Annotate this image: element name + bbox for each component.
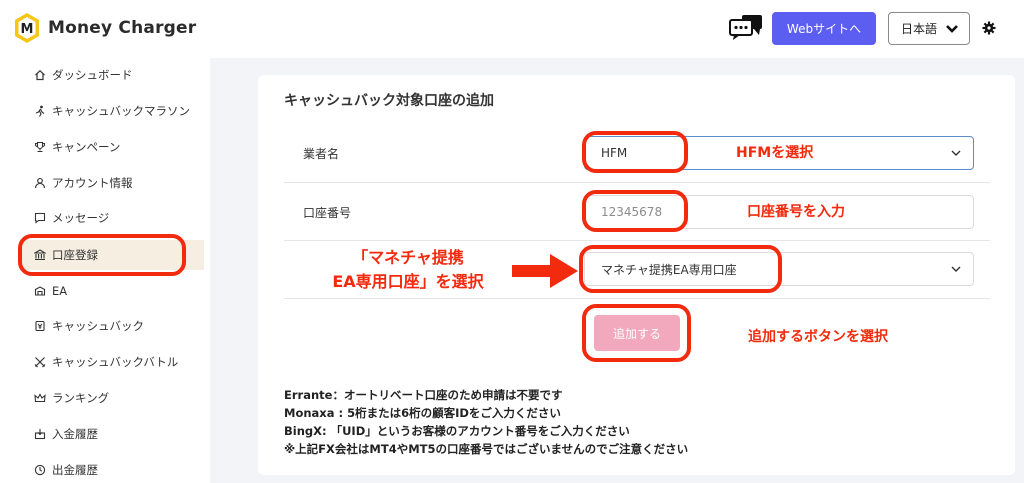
withdraw-icon — [34, 464, 46, 476]
gear-icon[interactable] — [982, 21, 996, 35]
cashback-icon — [35, 320, 45, 332]
annotation-line: EA専用口座」を選択 — [332, 272, 484, 291]
arrow-right-icon — [512, 254, 578, 288]
sidebar-highlight-annotation — [18, 234, 186, 276]
sidebar-item-withdrawal-history[interactable]: 出金履歴 — [34, 460, 98, 480]
broker-highlight-annotation — [582, 131, 688, 173]
brand-name: Money Charger — [48, 18, 197, 38]
brand-logo[interactable]: M Money Charger — [12, 11, 196, 45]
account-number-highlight-annotation — [582, 190, 688, 232]
sidebar-item-cashback-battle[interactable]: キャッシュバックバトル — [34, 352, 178, 372]
account-type-highlight-annotation — [579, 245, 782, 293]
account-number-annotation-text: 口座番号を入力 — [747, 204, 845, 220]
sidebar-item-cashback-marathon[interactable]: キャッシュバックマラソン — [34, 101, 190, 121]
sidebar-item-label: キャッシュバック — [52, 319, 144, 333]
sidebar-item-label: メッセージ — [52, 211, 110, 225]
chat-icon[interactable] — [728, 14, 764, 42]
sidebar-item-label: アカウント情報 — [52, 176, 133, 190]
trophy-icon — [34, 141, 46, 153]
chevron-down-icon — [946, 24, 958, 33]
sidebar-item-label: キャンペーン — [52, 140, 121, 154]
divider — [284, 182, 990, 183]
runner-icon — [35, 105, 45, 117]
account-type-annotation-text: 「マネチャ提携 EA専用口座」を選択 — [300, 246, 516, 294]
sidebar-item-label: キャッシュバックバトル — [52, 355, 179, 369]
deposit-icon — [34, 429, 46, 440]
page-title: キャッシュバック対象口座の追加 — [284, 93, 494, 109]
user-icon — [34, 177, 46, 189]
add-button-highlight-annotation — [582, 304, 691, 362]
battle-icon — [34, 357, 46, 368]
top-header: M Money Charger Webサイトへ 日本語 — [0, 0, 1024, 58]
logo-hexagon-icon: M — [15, 13, 39, 43]
crown-icon — [34, 393, 46, 403]
add-button-annotation-text: 追加するボタンを選択 — [748, 329, 888, 345]
language-value: 日本語 — [901, 22, 938, 36]
broker-notes: Errante：オートリベート口座のため申請は不要です Monaxa : 5桁ま… — [284, 386, 688, 458]
broker-label: 業者名 — [303, 147, 340, 161]
account-number-label: 口座番号 — [303, 206, 352, 220]
sidebar-item-label: 出金履歴 — [52, 463, 98, 477]
sidebar-item-ranking[interactable]: ランキング — [34, 388, 109, 408]
note-line: ※上記FX会社はMT4やMT5の口座番号ではございませんのでご注意ください — [284, 442, 689, 456]
sidebar-item-label: 入金履歴 — [52, 427, 98, 441]
divider — [284, 298, 990, 299]
annotation-line: 「マネチャ提携 — [352, 248, 464, 267]
sidebar-item-campaign[interactable]: キャンペーン — [34, 137, 120, 157]
sidebar-item-ea[interactable]: EA — [34, 281, 67, 301]
chevron-down-icon — [951, 150, 961, 156]
broker-annotation-text: HFMを選択 — [736, 145, 814, 161]
sidebar-item-dashboard[interactable]: ダッシュボード — [34, 65, 133, 85]
sidebar-item-label: ダッシュボード — [52, 68, 133, 82]
sidebar-item-deposit-history[interactable]: 入金履歴 — [34, 424, 98, 444]
sidebar-item-account-info[interactable]: アカウント情報 — [34, 173, 133, 193]
sidebar-item-label: キャッシュバックマラソン — [52, 104, 190, 118]
note-line: Errante：オートリベート口座のため申請は不要です — [284, 388, 563, 402]
website-button[interactable]: Webサイトへ — [772, 12, 876, 45]
note-line: Monaxa : 5桁または6桁の顧客IDをご入力ください — [284, 406, 561, 420]
sidebar-item-cashback[interactable]: キャッシュバック — [34, 316, 144, 336]
chevron-down-icon — [951, 266, 961, 272]
sidebar-item-label: EA — [52, 284, 68, 298]
sidebar-item-messages[interactable]: メッセージ — [34, 208, 109, 228]
svg-text:M: M — [21, 22, 34, 37]
sidebar-item-label: ランキング — [52, 391, 110, 405]
language-select[interactable]: 日本語 — [888, 12, 970, 45]
message-icon — [34, 212, 46, 224]
home-icon — [35, 69, 45, 81]
divider — [284, 240, 990, 241]
note-line: BingX: 「UID」というお客様のアカウント番号をご入力ください — [284, 424, 630, 438]
ea-icon — [34, 286, 46, 296]
